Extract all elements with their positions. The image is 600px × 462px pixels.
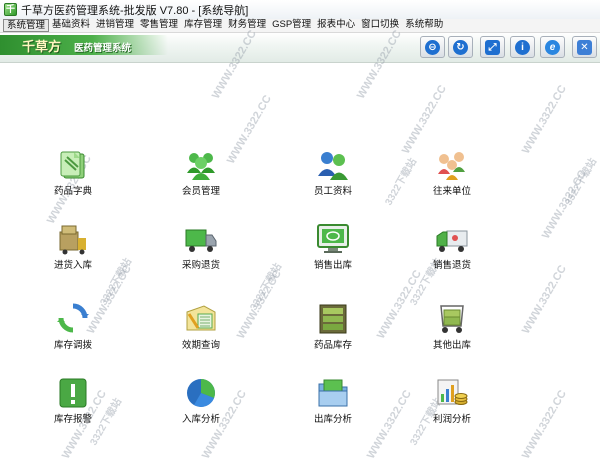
drug-dictionary-icon (60, 151, 85, 179)
close-button[interactable]: ✕ (572, 36, 597, 58)
maximize-button[interactable]: ⤢ (480, 36, 505, 58)
nav-label: 销售出库 (313, 260, 352, 271)
info-icon: i (515, 39, 530, 55)
nav-label: 销售退货 (432, 260, 471, 271)
employees-icon (318, 152, 348, 180)
nav-label: 药品库存 (313, 340, 352, 351)
browser-icon: e (545, 39, 560, 55)
refresh-icon: ↻ (453, 39, 468, 55)
nav-stock-out-analysis[interactable]: 出库分析 (288, 376, 378, 430)
banner: 千草方 医药管理系统 ⊖ ↻ ⤢ i e ✕ (0, 33, 600, 63)
nav-label: 利润分析 (432, 414, 471, 425)
nav-stock-alert[interactable]: 库存报警 (28, 376, 118, 430)
nav-expiry-query[interactable]: 效期查询 (156, 302, 246, 356)
menu-basic-data[interactable]: 基础资料 (49, 19, 93, 32)
nav-label: 入库分析 (181, 414, 220, 425)
menu-gsp[interactable]: GSP管理 (269, 19, 314, 32)
members-icon (187, 153, 215, 180)
nav-stock-in[interactable]: 进货入库 (28, 222, 118, 276)
menu-system[interactable]: 系统管理 (3, 19, 50, 32)
nav-label: 采购退货 (181, 260, 220, 271)
nav-label: 效期查询 (181, 340, 220, 351)
watermark: WWW.3322.CC (520, 263, 569, 336)
stock-in-analysis-icon (187, 379, 215, 407)
watermark: WWW.3322.CC (520, 388, 569, 461)
nav-stock-transfer[interactable]: 库存调拨 (28, 302, 118, 356)
nav-label: 药品字典 (53, 186, 92, 197)
refresh-button[interactable]: ↻ (448, 36, 473, 58)
menu-help[interactable]: 系统帮助 (402, 19, 446, 32)
menu-window[interactable]: 窗口切换 (358, 19, 402, 32)
watermark: WWW.3322.CC (540, 168, 589, 241)
expiry-query-icon (186, 305, 216, 331)
watermark-cn: 3322下载站 (563, 156, 600, 208)
watermark: WWW.3322.CC (400, 83, 449, 156)
menu-purchase-sales[interactable]: 进销管理 (93, 19, 137, 32)
nav-sales-return[interactable]: 销售退货 (407, 222, 497, 276)
nav-label: 库存报警 (53, 414, 92, 425)
stock-transfer-icon (57, 303, 89, 333)
logo-subtitle: 医药管理系统 (74, 43, 132, 54)
browser-button[interactable]: e (540, 36, 565, 58)
logo: 千草方 (22, 40, 62, 55)
info-button[interactable]: i (510, 36, 535, 58)
menu-finance[interactable]: 财务管理 (225, 19, 269, 32)
nav-label: 会员管理 (181, 186, 220, 197)
profit-analysis-icon (437, 379, 468, 405)
nav-other-out[interactable]: 其他出库 (407, 302, 497, 356)
minimize-icon: ⊖ (425, 39, 440, 55)
app-icon: 千 (4, 3, 17, 16)
sales-out-icon (317, 224, 349, 253)
nav-partners[interactable]: 往来单位 (407, 148, 497, 202)
nav-label: 其他出库 (432, 340, 471, 351)
partners-icon (438, 152, 465, 180)
other-out-icon (440, 305, 464, 333)
drug-stock-icon (319, 304, 347, 334)
nav-stock-in-analysis[interactable]: 入库分析 (156, 376, 246, 430)
close-icon: ✕ (577, 39, 592, 55)
minimize-button[interactable]: ⊖ (420, 36, 445, 58)
nav-employees[interactable]: 员工资料 (288, 148, 378, 202)
maximize-icon: ⤢ (485, 39, 500, 55)
window-title: 千草方医药管理系统-批发版 V7.80 - [系统导航] (21, 4, 249, 17)
nav-drug-dictionary[interactable]: 药品字典 (28, 148, 118, 202)
stock-out-analysis-icon (318, 379, 348, 407)
sales-return-icon (436, 230, 468, 252)
purchase-return-icon (185, 229, 217, 252)
watermark-cn: 3322下载站 (248, 261, 285, 313)
nav-label: 往来单位 (432, 186, 471, 197)
nav-label: 出库分析 (313, 414, 352, 425)
nav-label: 库存调拨 (53, 340, 92, 351)
nav-profit-analysis[interactable]: 利润分析 (407, 376, 497, 430)
nav-purchase-return[interactable]: 采购退货 (156, 222, 246, 276)
nav-label: 进货入库 (53, 260, 92, 271)
menu-retail[interactable]: 零售管理 (137, 19, 181, 32)
title-bar: 千 千草方医药管理系统-批发版 V7.80 - [系统导航] (0, 0, 600, 19)
menu-reports[interactable]: 报表中心 (314, 19, 358, 32)
watermark: WWW.3322.CC (520, 83, 569, 156)
nav-members[interactable]: 会员管理 (156, 148, 246, 202)
menu-inventory[interactable]: 库存管理 (181, 19, 225, 32)
nav-label: 员工资料 (313, 186, 352, 197)
nav-sales-out[interactable]: 销售出库 (288, 222, 378, 276)
nav-drug-stock[interactable]: 药品库存 (288, 302, 378, 356)
stock-in-icon (59, 225, 86, 255)
menu-bar: 系统管理 基础资料 进销管理 零售管理 库存管理 财务管理 GSP管理 报表中心… (0, 19, 600, 33)
stock-alert-icon (59, 378, 87, 408)
